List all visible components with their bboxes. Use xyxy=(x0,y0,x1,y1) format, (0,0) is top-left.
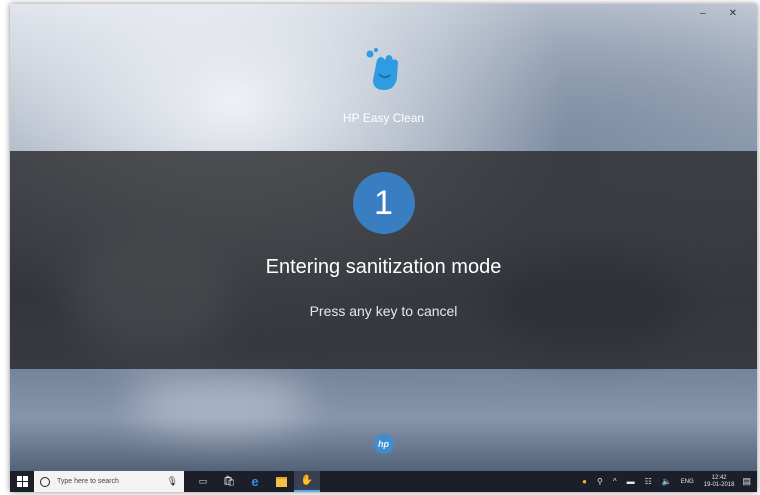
windows-start-icon[interactable] xyxy=(10,471,34,492)
taskbar: Type here to search 🎙 ▭ 🛍 e ✋ ● ⚲ ^ ▬ ☷ … xyxy=(10,471,757,492)
file-explorer-icon[interactable] xyxy=(268,471,294,492)
battery-icon[interactable]: ▬ xyxy=(622,477,640,486)
overlay-title: Entering sanitization mode xyxy=(265,256,502,278)
store-icon[interactable]: 🛍 xyxy=(216,471,242,492)
volume-icon[interactable]: 🔈 xyxy=(657,477,677,486)
clock-date: 19-01-2018 xyxy=(703,481,735,488)
language-indicator[interactable]: ENG xyxy=(677,479,698,485)
sanitization-overlay: 1 Entering sanitization mode Press any k… xyxy=(10,151,757,369)
window-controls[interactable]: – ✕ xyxy=(700,8,747,19)
cancel-hint: Press any key to cancel xyxy=(309,303,458,319)
app-screen: – ✕ HP Easy Clean 1 Entering sanitizatio… xyxy=(10,4,757,492)
easy-clean-icon[interactable]: ✋ xyxy=(294,471,320,492)
task-view-icon[interactable]: ▭ xyxy=(190,471,216,492)
taskbar-apps: ▭ 🛍 e ✋ xyxy=(190,471,320,492)
notification-icon[interactable]: ▤ xyxy=(740,476,757,487)
cortana-circle-icon xyxy=(40,476,50,487)
network-globe-icon[interactable]: ● xyxy=(577,477,592,486)
system-tray: ● ⚲ ^ ▬ ☷ 🔈 ENG 12:42 19-01-2018 ▤ xyxy=(577,471,757,492)
countdown-badge: 1 xyxy=(352,172,415,234)
app-title: HP Easy Clean xyxy=(342,111,425,125)
wifi-icon[interactable]: ☷ xyxy=(640,477,657,486)
app-header: HP Easy Clean xyxy=(10,44,757,125)
clock-time: 12:42 xyxy=(711,474,727,481)
search-input[interactable]: Type here to search 🎙 xyxy=(34,471,184,492)
clock[interactable]: 12:42 19-01-2018 xyxy=(698,475,741,489)
search-placeholder: Type here to search xyxy=(57,478,119,485)
hp-logo-icon: hp xyxy=(373,434,394,454)
microphone-icon[interactable]: 🎙 xyxy=(167,476,178,487)
edge-icon[interactable]: e xyxy=(242,471,268,492)
hand-sparkle-icon xyxy=(366,48,398,90)
people-icon[interactable]: ⚲ xyxy=(592,477,608,486)
chevron-up-icon[interactable]: ^ xyxy=(608,477,622,486)
